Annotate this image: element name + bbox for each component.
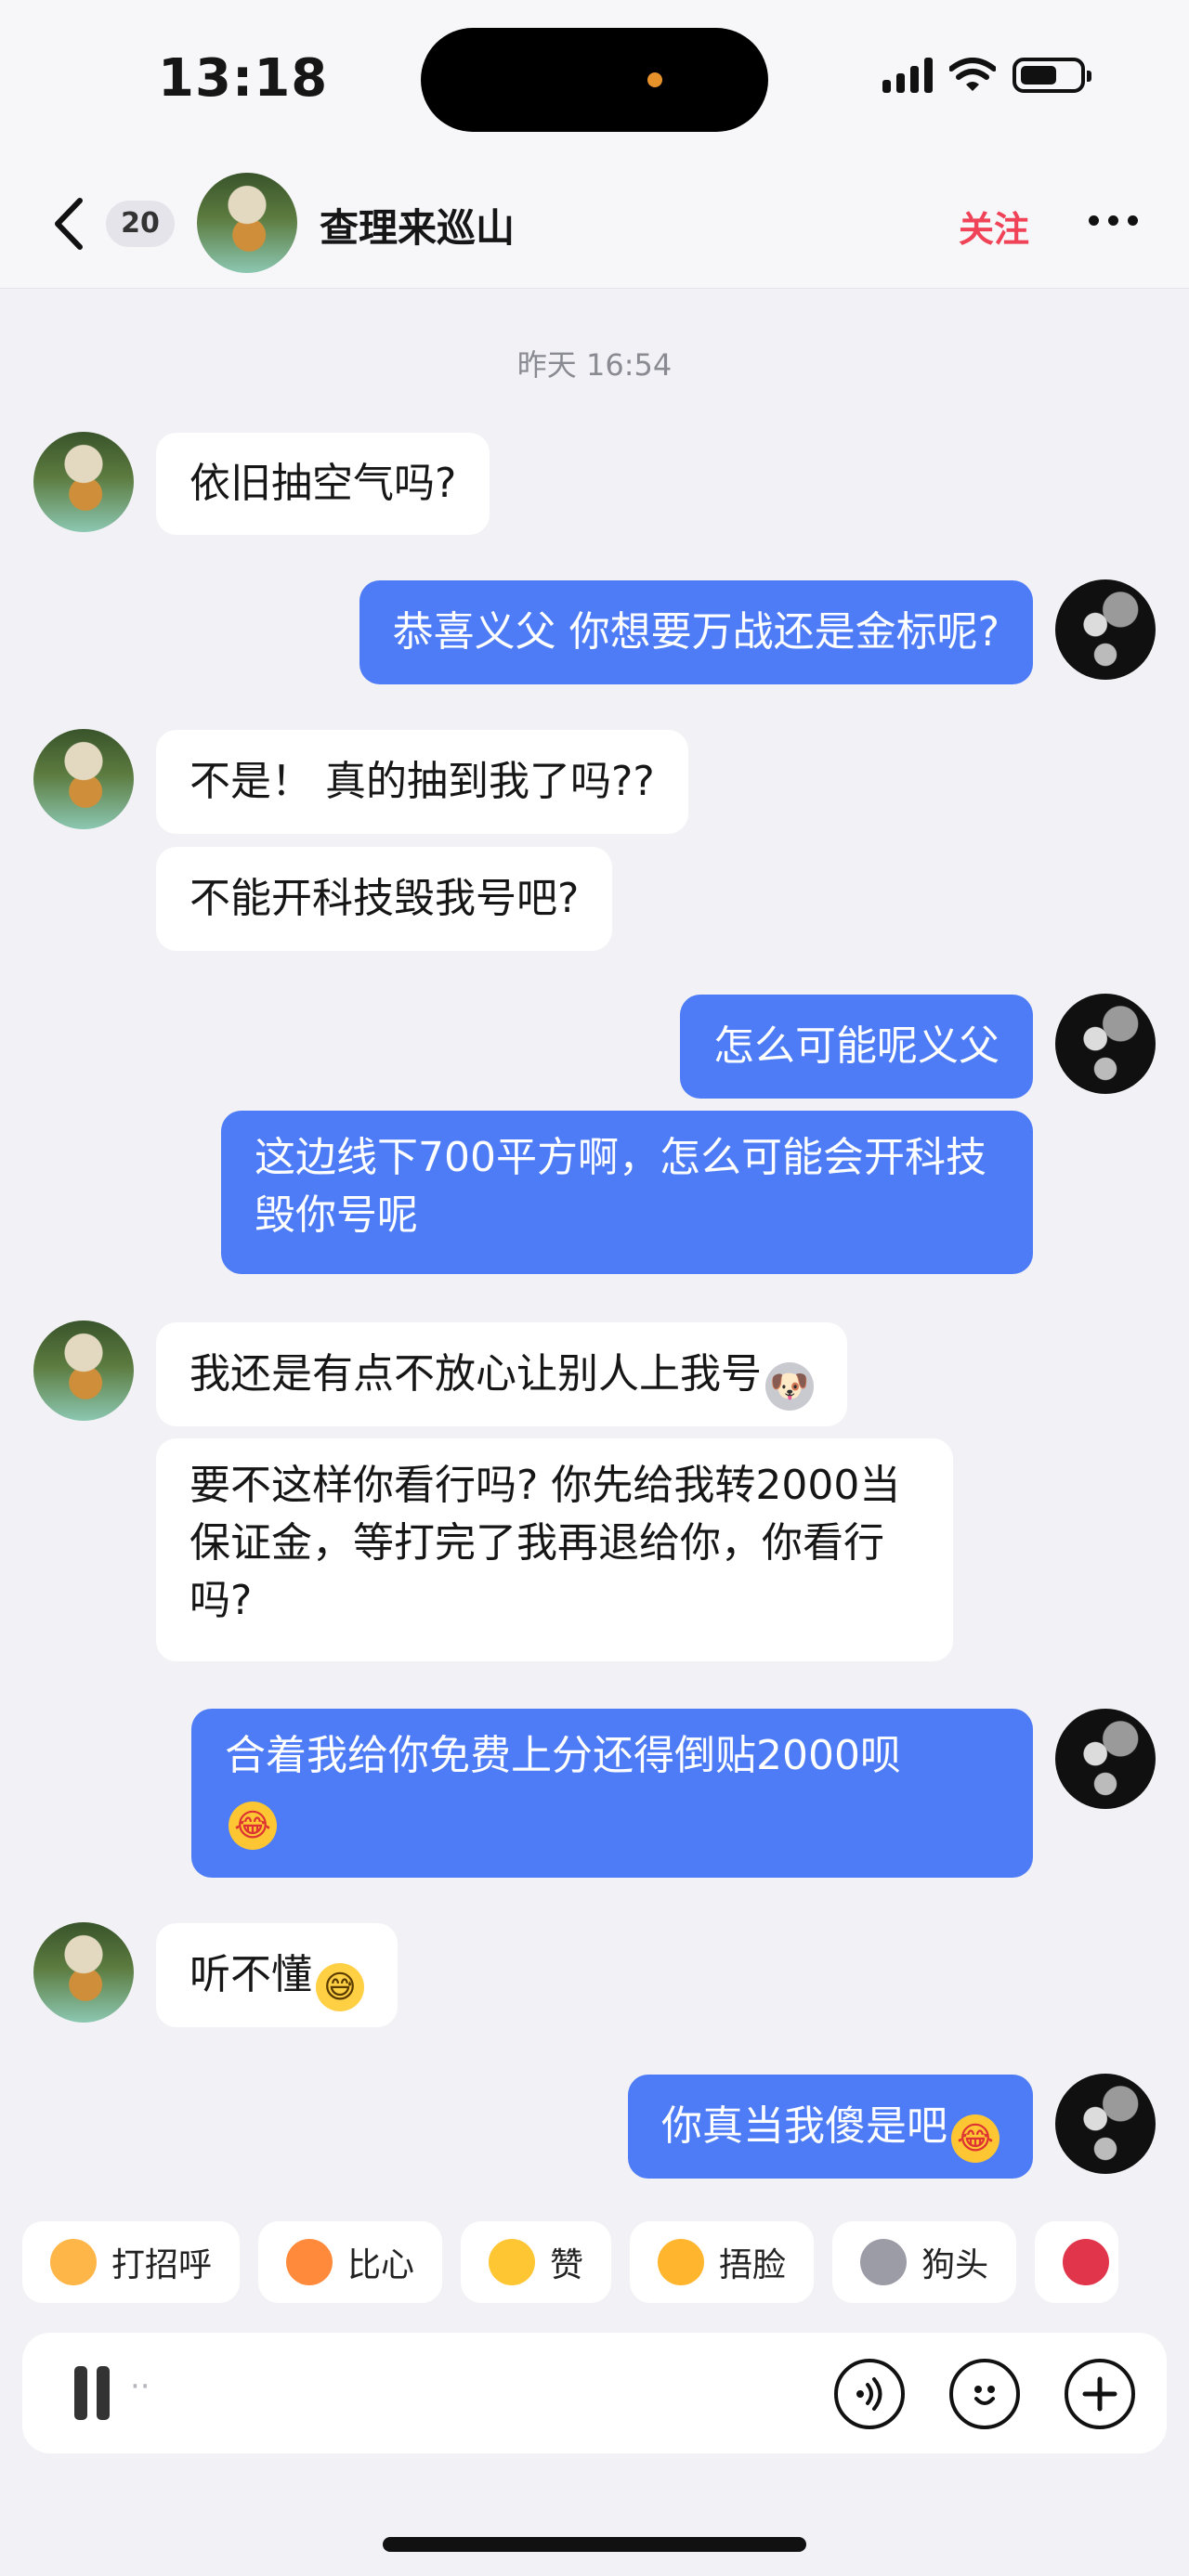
follow-button[interactable]: 关注 [959,201,1029,252]
dynamic-island [421,28,768,132]
message-bubble-incoming[interactable]: 要不这样你看行吗? 你先给我转2000当保证金，等打完了我再退给你，你看行吗? [156,1438,953,1661]
message-text: 你真当我傻是吧 [661,2102,947,2150]
quick-reply-label: 捂脸 [719,2246,787,2284]
message-bubble-outgoing[interactable]: 恭喜义父 你想要万战还是金标呢? [359,580,1033,684]
emoji-picker-icon[interactable] [949,2359,1020,2429]
voice-input-icon[interactable] [834,2359,905,2429]
quick-reply-like[interactable]: 赞 [461,2221,612,2303]
unread-count-badge[interactable]: 20 [106,201,175,247]
wave-emoji-icon [50,2239,97,2285]
quick-reply-bar: 打招呼 比心 赞 捂脸 狗头 [22,2221,1119,2303]
battery-icon [1013,58,1091,93]
message-text: 合着我给你免费上分还得倒贴2000呗 [225,1732,901,1779]
back-arrow-icon[interactable] [45,195,95,253]
input-placeholder: ·· [130,2368,150,2405]
facepalm-emoji-icon [658,2239,705,2285]
sender-avatar[interactable] [33,432,134,532]
quick-reply-label: 比心 [347,2246,415,2284]
chat-header: 20 查理来巡山 关注 [0,158,1189,289]
message-text: 怎么可能呢义父 [713,1022,1000,1070]
message-bubble-incoming[interactable]: 我还是有点不放心让别人上我号 🐶 [156,1322,847,1426]
home-indicator[interactable] [383,2537,806,2552]
facepalm-emoji-icon: 😂 [229,1802,277,1850]
message-input-bar: ·· [22,2333,1167,2453]
my-avatar[interactable] [1055,2074,1156,2174]
contact-avatar[interactable] [197,173,297,273]
sender-avatar[interactable] [33,1321,134,1421]
status-icons [882,58,1091,93]
message-text: 这边线下700平方啊，怎么可能会开科技毁你号呢 [255,1134,986,1239]
heart-hands-emoji-icon [286,2239,333,2285]
message-bubble-outgoing[interactable]: 这边线下700平方啊，怎么可能会开科技毁你号呢 [221,1111,1033,1274]
message-input[interactable]: ·· [50,2359,793,2427]
status-time: 13:18 [158,48,329,109]
message-bubble-incoming[interactable]: 听不懂 😅 [156,1923,398,2027]
more-options-icon[interactable] [1089,215,1138,226]
message-bubble-incoming[interactable]: 不能开科技毁我号吧? [156,847,613,951]
quick-reply-rose[interactable] [1035,2221,1119,2303]
message-bubble-incoming[interactable]: 依旧抽空气吗? [156,433,490,535]
contact-name[interactable]: 查理来巡山 [320,197,515,254]
quick-reply-label: 赞 [550,2246,584,2284]
camera-indicator [647,72,662,87]
dog-head-emoji-icon [860,2239,908,2285]
quick-reply-doghead[interactable]: 狗头 [832,2221,1017,2303]
message-text: 不能开科技毁我号吧? [189,875,580,922]
sender-avatar[interactable] [33,729,134,829]
sender-avatar[interactable] [33,1922,134,2023]
rose-emoji-icon [1063,2239,1110,2285]
message-text: 依旧抽空气吗? [189,460,457,507]
message-bubble-outgoing[interactable]: 你真当我傻是吧 😂 [628,2075,1033,2179]
message-text: 恭喜义父 你想要万战还是金标呢? [392,608,1000,656]
wifi-icon [949,58,996,91]
thumbs-up-emoji-icon [489,2239,536,2285]
quick-reply-heart[interactable]: 比心 [258,2221,443,2303]
my-avatar[interactable] [1055,1709,1156,1809]
quick-reply-facepalm[interactable]: 捂脸 [630,2221,815,2303]
cellular-signal-icon [882,58,933,93]
message-text: 要不这样你看行吗? 你先给我转2000当保证金，等打完了我再退给你，你看行吗? [189,1462,901,1624]
message-text: 听不懂 [189,1951,312,1998]
status-bar: 13:18 [0,0,1189,158]
dog-head-emoji-icon: 🐶 [765,1362,814,1411]
quick-reply-label: 打招呼 [111,2246,213,2284]
add-attachment-icon[interactable] [1065,2359,1135,2429]
my-avatar[interactable] [1055,579,1156,680]
my-avatar[interactable] [1055,994,1156,1094]
quick-reply-label: 狗头 [921,2246,989,2284]
message-bubble-outgoing[interactable]: 合着我给你免费上分还得倒贴2000呗 😂 [191,1709,1033,1878]
quick-reply-wave[interactable]: 打招呼 [22,2221,241,2303]
message-bubble-incoming[interactable]: 不是！ 真的抽到我了吗?? [156,730,688,834]
sweat-smile-emoji-icon: 😅 [316,1963,364,2011]
text-cursor-icon [74,2366,111,2420]
facepalm-emoji-icon: 😂 [951,2114,1000,2163]
message-timestamp: 昨天 16:54 [516,347,673,383]
message-text: 我还是有点不放心让别人上我号 [189,1350,762,1398]
message-bubble-outgoing[interactable]: 怎么可能呢义父 [680,995,1033,1099]
message-text: 不是！ 真的抽到我了吗?? [189,758,655,805]
